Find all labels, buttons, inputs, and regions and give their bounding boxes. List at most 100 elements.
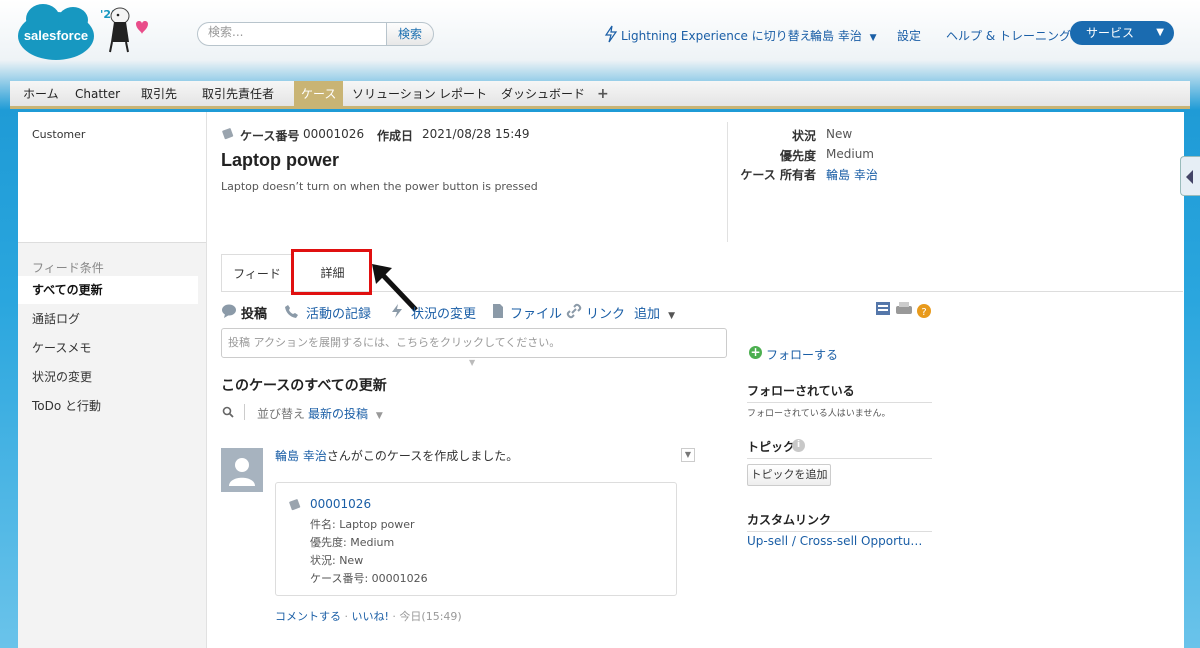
tab-contacts[interactable]: 取引先責任者 [195, 81, 281, 109]
chevron-down-icon: ▼ [375, 411, 383, 421]
action-link[interactable]: リンク [586, 303, 625, 322]
filter-tasks-events[interactable]: ToDo と行動 [18, 392, 198, 420]
case-title: Laptop power [221, 150, 339, 170]
sidebar-collapse-toggle[interactable] [1180, 156, 1200, 196]
filter-status-changes[interactable]: 状況の変更 [18, 363, 198, 391]
left-divider [206, 112, 207, 648]
all-tabs-plus-icon[interactable]: + [590, 81, 616, 109]
header-divider [727, 122, 728, 242]
status-label: 状況 [791, 129, 816, 143]
link-icon [566, 303, 582, 319]
comment-link[interactable]: コメントする [275, 610, 341, 623]
filter-call-logs[interactable]: 通話ログ [18, 305, 198, 333]
case-number-label: ケース番号 [240, 129, 300, 143]
card-status: 状況: New [310, 554, 364, 567]
tab-reports[interactable]: レポート [432, 81, 494, 109]
chevron-down-icon: ▼ [869, 33, 877, 43]
owner-label: ケース 所有者 [740, 168, 816, 182]
case-record-type-area: Customer [18, 112, 206, 242]
priority-label: 優先度 [779, 149, 816, 163]
global-header: salesforce '21 検索... 検索 Lightning Experi… [0, 0, 1200, 80]
case-icon [289, 499, 301, 511]
case-summary-card: 00001026 件名: Laptop power 優先度: Medium 状況… [275, 482, 677, 596]
search-button[interactable]: 検索 [386, 22, 434, 46]
feed-filter-title: フィード条件 [32, 261, 104, 275]
help-training-link[interactable]: ヘルプ & トレーニング [946, 27, 1071, 44]
user-name: 輪島 幸治 [810, 29, 862, 43]
case-description: Laptop doesn’t turn on when the power bu… [221, 180, 538, 193]
sort-dropdown[interactable]: 最新の投稿 ▼ [308, 405, 383, 422]
post-timestamp: 今日(15:49) [399, 610, 462, 623]
add-topic-button[interactable]: トピックを追加 [747, 464, 831, 486]
lightning-icon [392, 304, 402, 318]
tab-home[interactable]: ホーム [16, 81, 66, 109]
post-input[interactable]: 投稿 アクションを展開するには、こちらをクリックしてください。 [221, 328, 727, 358]
followers-title: フォローされている [747, 382, 932, 403]
feed-filter-sidebar: フィード条件 すべての更新 通話ログ ケースメモ 状況の変更 ToDo と行動 [18, 242, 206, 648]
created-date-label: 作成日 [377, 129, 414, 143]
card-number: ケース番号: 00001026 [310, 572, 428, 585]
created-date: 2021/08/28 15:49 [422, 127, 530, 141]
case-icon [222, 128, 234, 140]
card-case-link[interactable]: 00001026 [310, 497, 371, 511]
info-icon[interactable]: i [792, 439, 805, 452]
topics-title: トピック [747, 438, 932, 459]
tab-solutions[interactable]: ソリューション [345, 81, 443, 109]
tab-feed[interactable]: フィード [221, 254, 293, 292]
search-icon[interactable] [222, 406, 234, 418]
salesforce-logo[interactable]: salesforce [18, 4, 94, 60]
tab-cases[interactable]: ケース [294, 81, 344, 109]
case-number: 00001026 [303, 127, 365, 141]
avatar[interactable] [221, 448, 263, 492]
post-header: 輪島 幸治さんがこのケースを作成しました。 [275, 447, 518, 464]
settings-link[interactable]: 設定 [897, 27, 921, 44]
action-more-label: 追加 [634, 307, 661, 322]
follow-plus-icon[interactable]: + [749, 346, 762, 359]
chevron-down-icon: ▼ [668, 311, 676, 321]
action-post[interactable]: 投稿 [241, 303, 267, 322]
customer-label: Customer [32, 128, 86, 141]
mascot-icon [109, 7, 148, 53]
post-author-link[interactable]: 輪島 幸治 [275, 449, 327, 463]
app-switcher-label: サービス [1086, 26, 1135, 40]
action-log-activity[interactable]: 活動の記録 [306, 303, 371, 322]
tab-chatter[interactable]: Chatter [68, 81, 127, 109]
search-input[interactable]: 検索... [197, 22, 387, 46]
svg-text:?: ? [921, 307, 926, 318]
like-link[interactable]: いいね! [352, 610, 389, 623]
post-icon [222, 304, 236, 318]
tab-dashboards[interactable]: ダッシュボード [494, 81, 592, 109]
detail-tab-highlight [291, 249, 372, 295]
filter-case-notes[interactable]: ケースメモ [18, 334, 198, 362]
app-switcher-button[interactable]: サービス ▼ [1070, 21, 1174, 45]
print-icon[interactable] [896, 302, 912, 314]
filter-all-updates[interactable]: すべての更新 [18, 276, 198, 304]
post-menu-button[interactable]: ▼ [681, 448, 695, 462]
phone-icon [285, 305, 298, 318]
edit-list-icon[interactable] [876, 302, 890, 315]
custom-link-upsell[interactable]: Up-sell / Cross-sell Opportu… [747, 534, 922, 548]
action-file[interactable]: ファイル [510, 303, 562, 322]
case-detail-page: Customer フィード条件 すべての更新 通話ログ ケースメモ 状況の変更 … [18, 112, 1184, 648]
help-icon[interactable]: ? [917, 304, 931, 318]
switch-lightning-link[interactable]: Lightning Experience に切り替え [621, 27, 812, 44]
updates-title: このケースのすべての更新 [221, 378, 387, 394]
file-icon [493, 304, 503, 318]
post-footer: コメントする · いいね! · 今日(15:49) [275, 608, 462, 624]
chevron-down-icon: ▼ [1156, 27, 1164, 38]
post-text: さんがこのケースを作成しました。 [326, 449, 519, 463]
action-more[interactable]: 追加 ▼ [634, 303, 675, 322]
user-silhouette-icon [229, 458, 255, 486]
feed-tools: ? [876, 302, 931, 318]
owner-link[interactable]: 輪島 幸治 [826, 166, 878, 183]
action-change-status[interactable]: 状況の変更 [411, 303, 476, 322]
priority-value: Medium [826, 147, 874, 161]
follow-link[interactable]: フォローする [766, 346, 838, 363]
user-menu[interactable]: 輪島 幸治 ▼ [810, 27, 877, 44]
tab-accounts[interactable]: 取引先 [134, 81, 184, 109]
sort-value: 最新の投稿 [308, 407, 369, 421]
sort-label: 並び替え [257, 407, 306, 421]
followers-note: フォローされている人はいません。 [747, 409, 891, 419]
card-subject: 件名: Laptop power [310, 518, 415, 531]
sort-separator [244, 404, 245, 420]
